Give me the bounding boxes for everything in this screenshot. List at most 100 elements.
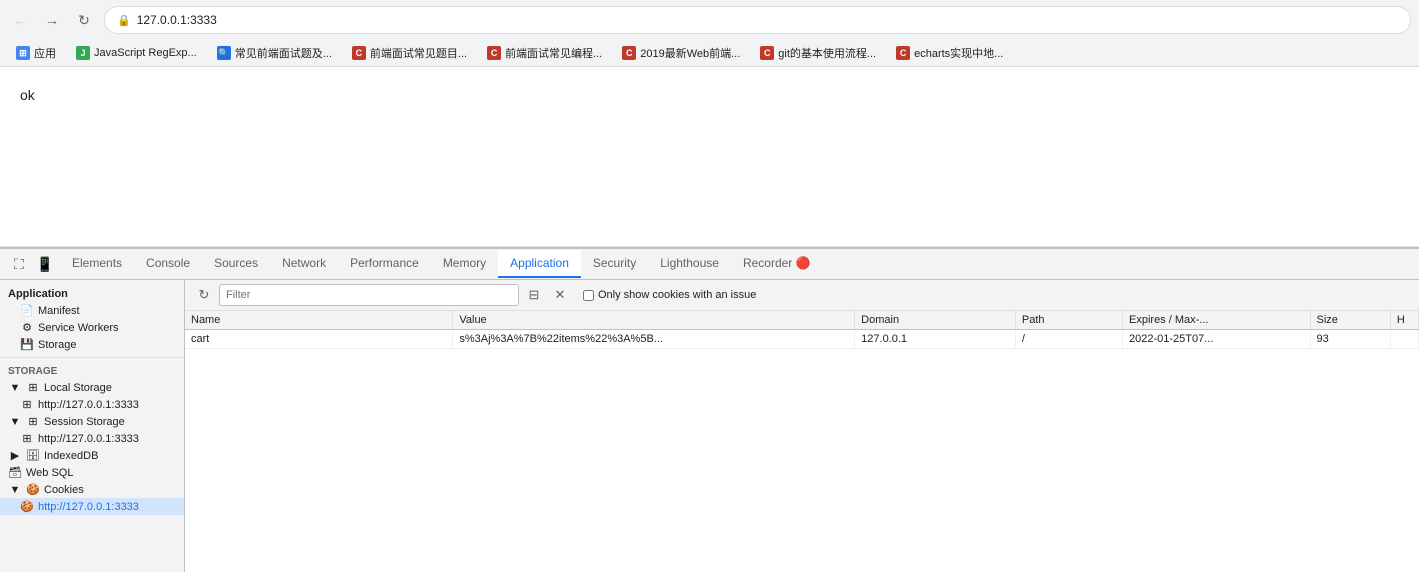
sidebar-divider-1 <box>0 357 184 358</box>
sidebar-item-indexeddb[interactable]: ▶ 🗄 IndexedDB <box>0 447 184 464</box>
sessionstorage-icon: ⊞ <box>26 415 40 428</box>
bookmark-4[interactable]: C 前端面试常见编程... <box>479 43 610 63</box>
bookmark-7[interactable]: C echarts实现中地... <box>888 43 1011 63</box>
devtools-body: Application 📄 Manifest ⚙ Service Workers… <box>0 280 1419 572</box>
cookie-table-body: cart s%3Aj%3A%7B%22items%22%3A%5B... 127… <box>185 330 1419 349</box>
back-button[interactable]: ← <box>8 8 32 32</box>
tab-performance[interactable]: Performance <box>338 250 431 278</box>
sidebar-item-websql[interactable]: 🗃 Web SQL <box>0 464 184 481</box>
cookies-expand-icon: ▼ <box>8 484 22 496</box>
localstorage-url-icon: ⊞ <box>20 398 34 411</box>
cookie-table: Name Value Domain Path Expires / Max-...… <box>185 311 1419 572</box>
bookmark-favicon-2: 🔍 <box>217 46 231 60</box>
cookie-expires-cell: 2022-01-25T07... <box>1123 330 1311 349</box>
devtools-main-panel: ↻ ⊟ ✕ Only show cookies with an issue Na… <box>185 280 1419 572</box>
bookmark-5[interactable]: C 2019最新Web前端... <box>614 43 748 63</box>
tab-lighthouse[interactable]: Lighthouse <box>648 250 731 278</box>
cookie-value-cell: s%3Aj%3A%7B%22items%22%3A%5B... <box>453 330 855 349</box>
sidebar-item-storage[interactable]: 💾 Storage <box>0 336 184 353</box>
bookmark-favicon-7: C <box>896 46 910 60</box>
bookmark-2[interactable]: 🔍 常见前端面试题及... <box>209 43 340 63</box>
table-row[interactable]: cart s%3Aj%3A%7B%22items%22%3A%5B... 127… <box>185 330 1419 349</box>
tab-security[interactable]: Security <box>581 250 648 278</box>
tab-elements[interactable]: Elements <box>60 250 134 278</box>
col-header-name: Name <box>185 311 453 330</box>
sidebar-item-serviceworkers[interactable]: ⚙ Service Workers <box>0 319 184 336</box>
bookmark-label-7: echarts实现中地... <box>914 45 1003 61</box>
indexeddb-expand-icon: ▶ <box>8 449 22 462</box>
col-header-domain: Domain <box>855 311 1016 330</box>
bookmark-favicon-6: C <box>760 46 774 60</box>
filter-clear-button[interactable]: ✕ <box>549 284 571 306</box>
bookmark-label-6: git的基本使用流程... <box>778 45 876 61</box>
tab-sources[interactable]: Sources <box>202 250 270 278</box>
sidebar-application-title: Application <box>0 284 184 302</box>
cookie-domain-cell: 127.0.0.1 <box>855 330 1016 349</box>
col-header-h: H <box>1390 311 1418 330</box>
bookmark-favicon-apps: ⊞ <box>16 46 30 60</box>
forward-button[interactable]: → <box>40 8 64 32</box>
col-header-size: Size <box>1310 311 1390 330</box>
only-show-issues-checkbox[interactable] <box>583 290 594 301</box>
refresh-button[interactable]: ↻ <box>72 8 96 32</box>
refresh-cookies-button[interactable]: ↻ <box>193 284 215 306</box>
indexeddb-label: IndexedDB <box>44 450 98 462</box>
tab-console[interactable]: Console <box>134 250 202 278</box>
storage-icon: 💾 <box>20 338 34 351</box>
bookmark-label-2: 常见前端面试题及... <box>235 45 332 61</box>
devtools-sidebar: Application 📄 Manifest ⚙ Service Workers… <box>0 280 185 572</box>
bookmark-label-4: 前端面试常见编程... <box>505 45 602 61</box>
devtools-tabbar: ⛶ 📱 Elements Console Sources Network Per… <box>0 249 1419 280</box>
lock-icon: 🔒 <box>117 14 131 27</box>
col-header-value: Value <box>453 311 855 330</box>
bookmark-label-1: JavaScript RegExp... <box>94 47 197 59</box>
cookies-url-icon: 🍪 <box>20 500 34 513</box>
browser-chrome: ← → ↻ 🔒 127.0.0.1:3333 ⊞ 应用 J JavaScript… <box>0 0 1419 67</box>
bookmark-6[interactable]: C git的基本使用流程... <box>752 43 884 63</box>
storage-section-label: Storage <box>0 362 184 379</box>
cookie-name-cell: cart <box>185 330 453 349</box>
sidebar-item-cookies[interactable]: ▼ 🍪 Cookies <box>0 481 184 498</box>
bookmark-favicon-5: C <box>622 46 636 60</box>
table-header-row: Name Value Domain Path Expires / Max-...… <box>185 311 1419 330</box>
sidebar-item-manifest[interactable]: 📄 Manifest <box>0 302 184 319</box>
bookmark-label-5: 2019最新Web前端... <box>640 45 740 61</box>
address-bar[interactable]: 🔒 127.0.0.1:3333 <box>104 6 1411 34</box>
page-content: ok <box>0 67 1419 247</box>
bookmark-apps[interactable]: ⊞ 应用 <box>8 43 64 63</box>
localstorage-label: Local Storage <box>44 382 112 394</box>
storage-label: Storage <box>38 339 77 351</box>
only-show-issues-label: Only show cookies with an issue <box>583 289 756 301</box>
filter-options-button[interactable]: ⊟ <box>523 284 545 306</box>
localstorage-url-label: http://127.0.0.1:3333 <box>38 399 139 411</box>
cookies-data-table: Name Value Domain Path Expires / Max-...… <box>185 311 1419 349</box>
bookmarks-bar: ⊞ 应用 J JavaScript RegExp... 🔍 常见前端面试题及..… <box>0 40 1419 66</box>
sidebar-item-sessionstorage[interactable]: ▼ ⊞ Session Storage <box>0 413 184 430</box>
tab-memory[interactable]: Memory <box>431 250 498 278</box>
sidebar-item-localstorage[interactable]: ▼ ⊞ Local Storage <box>0 379 184 396</box>
col-header-path: Path <box>1015 311 1122 330</box>
sidebar-item-sessionstorage-url[interactable]: ⊞ http://127.0.0.1:3333 <box>0 430 184 447</box>
tab-application[interactable]: Application <box>498 250 581 278</box>
filter-input[interactable] <box>219 284 519 306</box>
page-text: ok <box>20 87 35 103</box>
browser-toolbar: ← → ↻ 🔒 127.0.0.1:3333 <box>0 0 1419 40</box>
cookie-path-cell: / <box>1015 330 1122 349</box>
cookies-label: Cookies <box>44 484 84 496</box>
sidebar-item-localstorage-url[interactable]: ⊞ http://127.0.0.1:3333 <box>0 396 184 413</box>
manifest-icon: 📄 <box>20 304 34 317</box>
manifest-label: Manifest <box>38 305 80 317</box>
cookies-icon: 🍪 <box>26 483 40 496</box>
devtools-device-button[interactable]: 📱 <box>34 253 56 275</box>
bookmark-favicon-1: J <box>76 46 90 60</box>
bookmark-3[interactable]: C 前端面试常见题目... <box>344 43 475 63</box>
devtools-select-button[interactable]: ⛶ <box>8 253 30 275</box>
sessionstorage-label: Session Storage <box>44 416 125 428</box>
bookmark-1[interactable]: J JavaScript RegExp... <box>68 44 205 62</box>
tab-recorder[interactable]: Recorder 🔴 <box>731 250 823 278</box>
sessionstorage-url-label: http://127.0.0.1:3333 <box>38 433 139 445</box>
devtools-left-icons: ⛶ 📱 <box>4 249 60 279</box>
tab-network[interactable]: Network <box>270 250 338 278</box>
cookie-size-cell: 93 <box>1310 330 1390 349</box>
sidebar-item-cookies-url[interactable]: 🍪 http://127.0.0.1:3333 <box>0 498 184 515</box>
